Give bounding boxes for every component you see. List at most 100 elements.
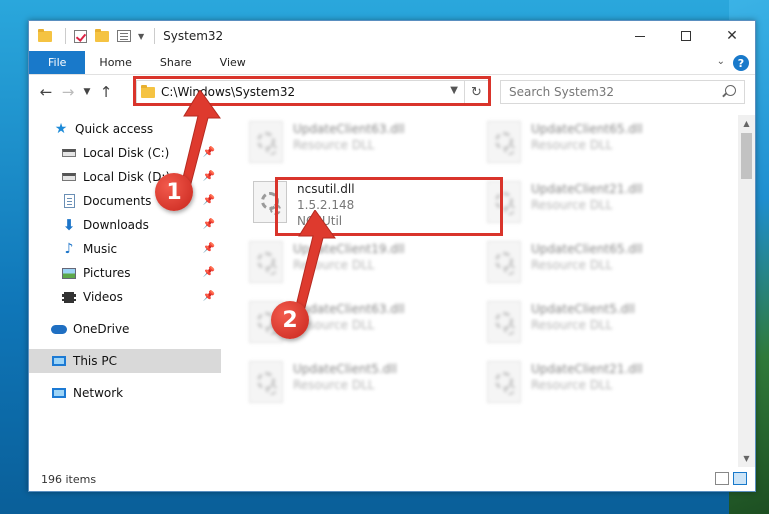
sidebar-item-pictures[interactable]: Pictures 📌 bbox=[29, 261, 221, 285]
search-box[interactable]: Search System32 bbox=[500, 80, 745, 104]
search-placeholder: Search System32 bbox=[509, 85, 615, 99]
file-name: UpdateClient63.dll bbox=[293, 122, 405, 136]
properties-check-icon[interactable] bbox=[72, 28, 88, 44]
file-name: UpdateClient5.dll bbox=[293, 362, 397, 376]
sidebar-item-label: OneDrive bbox=[73, 322, 130, 336]
toolbar-divider bbox=[65, 28, 66, 44]
documents-icon bbox=[61, 193, 77, 209]
file-item[interactable]: UpdateClient65.dll Resource DLL bbox=[487, 121, 717, 171]
sidebar-item-music[interactable]: ♪ Music 📌 bbox=[29, 237, 221, 261]
sidebar-item-label: Pictures bbox=[83, 266, 131, 280]
sidebar-item-videos[interactable]: Videos 📌 bbox=[29, 285, 221, 309]
download-icon: ⬇ bbox=[62, 216, 76, 234]
file-name: UpdateClient21.dll bbox=[531, 182, 643, 196]
details-view-icon[interactable] bbox=[715, 472, 729, 485]
step-marker-one: 1 bbox=[155, 173, 193, 211]
file-item[interactable]: UpdateClient63.dll Resource DLL bbox=[249, 121, 479, 171]
file-name: UpdateClient5.dll bbox=[531, 302, 635, 316]
dll-file-icon bbox=[487, 301, 521, 343]
dll-file-icon bbox=[487, 361, 521, 403]
dll-file-icon bbox=[249, 241, 283, 283]
sidebar-item-onedrive[interactable]: OneDrive bbox=[29, 317, 221, 341]
sidebar-item-this-pc[interactable]: This PC bbox=[29, 349, 221, 373]
back-arrow-icon: ← bbox=[39, 83, 53, 101]
file-name: UpdateClient21.dll bbox=[531, 362, 643, 376]
star-icon: ★ bbox=[54, 121, 68, 137]
tab-view[interactable]: View bbox=[206, 51, 260, 74]
recent-locations-button[interactable]: ▼ bbox=[79, 81, 95, 103]
forward-button[interactable]: → bbox=[57, 81, 79, 103]
pin-icon[interactable]: 📌 bbox=[203, 267, 215, 278]
sidebar-item-label: Network bbox=[73, 386, 124, 400]
pin-icon[interactable]: 📌 bbox=[203, 291, 215, 302]
file-item[interactable]: UpdateClient19.dll Resource DLL bbox=[249, 241, 479, 291]
tab-share[interactable]: Share bbox=[146, 51, 206, 74]
tab-file[interactable]: File bbox=[29, 51, 86, 74]
new-folder-icon[interactable] bbox=[94, 28, 110, 44]
tab-home[interactable]: Home bbox=[85, 51, 145, 74]
file-item[interactable]: UpdateClient65.dll Resource DLL bbox=[487, 241, 717, 291]
forward-arrow-icon: → bbox=[61, 83, 75, 101]
pin-icon[interactable]: 📌 bbox=[203, 243, 215, 254]
toolbar-divider bbox=[154, 28, 156, 44]
disk-icon bbox=[61, 145, 77, 161]
search-icon[interactable] bbox=[725, 85, 736, 96]
sidebar-item-label: Documents bbox=[83, 194, 152, 208]
file-item[interactable]: UpdateClient21.dll Resource DLL bbox=[487, 181, 717, 231]
sidebar-item-network[interactable]: Network bbox=[29, 381, 221, 405]
ribbon-tabs: File Home Share View ⌄ ? bbox=[29, 51, 755, 75]
chevron-down-icon: ▼ bbox=[83, 87, 91, 97]
file-item[interactable]: UpdateClient21.dll Resource DLL bbox=[487, 361, 717, 411]
maximize-button[interactable] bbox=[663, 21, 709, 51]
file-description: Resource DLL bbox=[293, 378, 375, 392]
properties-icon[interactable] bbox=[116, 28, 132, 44]
maximize-icon bbox=[681, 31, 691, 41]
help-icon[interactable]: ? bbox=[733, 55, 749, 71]
sidebar-item-downloads[interactable]: ⬇ Downloads 📌 bbox=[29, 213, 221, 237]
music-icon: ♪ bbox=[64, 241, 74, 257]
file-description: Resource DLL bbox=[531, 318, 613, 332]
quick-access-toolbar: ▼ System32 bbox=[29, 21, 223, 51]
file-name: UpdateClient65.dll bbox=[531, 242, 643, 256]
videos-icon bbox=[61, 289, 77, 305]
scroll-up-icon[interactable]: ▲ bbox=[738, 115, 755, 132]
scroll-down-icon[interactable]: ▼ bbox=[738, 450, 755, 467]
sidebar-item-label: Downloads bbox=[83, 218, 149, 232]
minimize-button[interactable] bbox=[617, 21, 663, 51]
status-bar: 196 items bbox=[29, 467, 755, 491]
file-description: Resource DLL bbox=[531, 138, 613, 152]
dll-file-icon bbox=[487, 241, 521, 283]
pictures-icon bbox=[61, 265, 77, 281]
cloud-icon bbox=[51, 321, 67, 337]
pin-icon[interactable]: 📌 bbox=[203, 219, 215, 230]
sidebar-item-label: Videos bbox=[83, 290, 123, 304]
file-description: Resource DLL bbox=[293, 138, 375, 152]
up-button[interactable]: ↑ bbox=[95, 81, 117, 103]
up-arrow-icon: ↑ bbox=[99, 83, 113, 101]
file-item[interactable]: UpdateClient5.dll Resource DLL bbox=[487, 301, 717, 351]
close-button[interactable]: ✕ bbox=[709, 21, 755, 51]
dll-file-icon bbox=[249, 361, 283, 403]
file-description: Resource DLL bbox=[531, 258, 613, 272]
file-description: Resource DLL bbox=[531, 378, 613, 392]
vertical-scrollbar[interactable]: ▲ ▼ bbox=[738, 115, 755, 467]
close-icon: ✕ bbox=[726, 28, 738, 44]
scroll-thumb[interactable] bbox=[741, 133, 752, 179]
dll-file-icon bbox=[249, 121, 283, 163]
back-button[interactable]: ← bbox=[35, 81, 57, 103]
file-explorer-window: ▼ System32 ✕ File Home Share View ⌄ ? ← … bbox=[28, 20, 756, 492]
minimize-icon bbox=[635, 35, 645, 37]
file-description: Resource DLL bbox=[531, 198, 613, 212]
file-name: UpdateClient65.dll bbox=[531, 122, 643, 136]
view-toggle bbox=[711, 472, 747, 485]
step-marker-two: 2 bbox=[271, 301, 309, 339]
expand-ribbon-chevron-icon[interactable]: ⌄ bbox=[717, 56, 725, 67]
dll-file-icon bbox=[487, 121, 521, 163]
sidebar-item-label: Local Disk (C:) bbox=[83, 146, 170, 160]
item-count: 196 items bbox=[41, 472, 97, 486]
customize-toolbar-dropdown-icon[interactable]: ▼ bbox=[138, 32, 144, 41]
large-icons-view-icon[interactable] bbox=[733, 472, 747, 485]
sidebar-item-label: Quick access bbox=[75, 122, 154, 136]
file-item[interactable]: UpdateClient5.dll Resource DLL bbox=[249, 361, 479, 411]
navigation-bar: ← → ▼ ↑ C:\Windows\System32 ▼ ↻ Search S… bbox=[29, 76, 755, 108]
